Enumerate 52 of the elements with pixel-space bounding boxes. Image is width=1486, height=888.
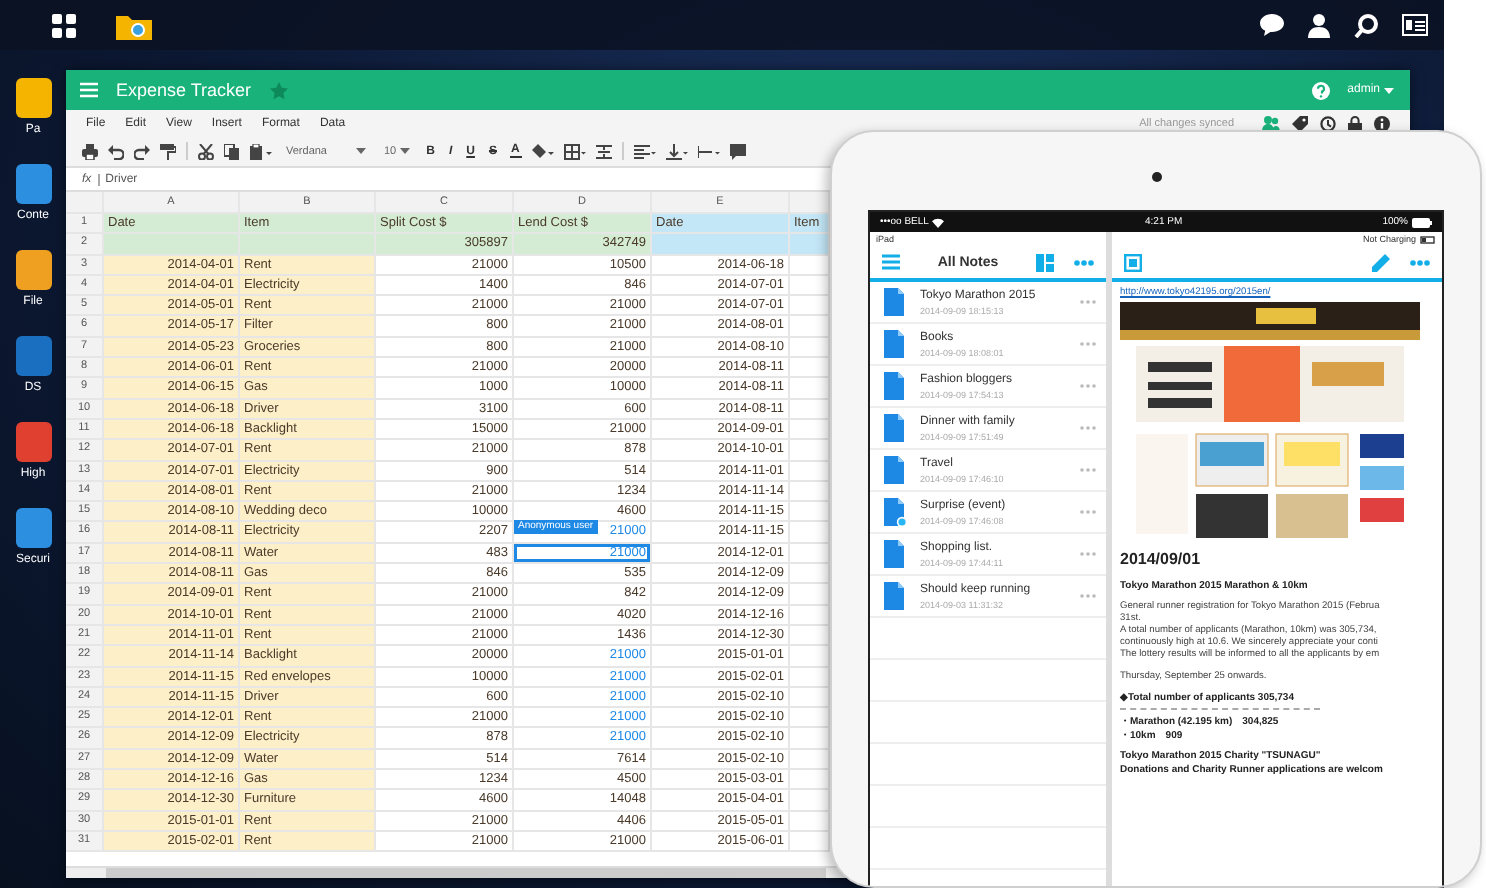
table-cell bbox=[652, 234, 790, 256]
more-dots-icon[interactable] bbox=[1410, 259, 1430, 265]
note-date-heading: 2014/09/01 bbox=[1120, 550, 1203, 568]
copy-icon[interactable] bbox=[224, 143, 240, 159]
fill-bucket-icon[interactable] bbox=[531, 143, 554, 159]
history-icon[interactable] bbox=[1320, 115, 1336, 131]
scissors-icon[interactable] bbox=[198, 143, 214, 159]
align-bottom-icon[interactable] bbox=[665, 143, 688, 159]
app-icon[interactable] bbox=[15, 250, 51, 290]
battery-icon bbox=[1411, 217, 1432, 227]
search-icon[interactable] bbox=[1354, 13, 1378, 37]
align-left-icon[interactable] bbox=[633, 143, 656, 159]
wifi-icon bbox=[932, 217, 945, 227]
app-icon[interactable] bbox=[15, 422, 51, 462]
caret-icon bbox=[356, 148, 366, 154]
printer-icon[interactable] bbox=[82, 143, 98, 159]
caret-icon bbox=[400, 148, 411, 154]
undo-icon[interactable] bbox=[108, 143, 124, 159]
merge-cells-icon[interactable] bbox=[595, 143, 612, 159]
info-icon[interactable] bbox=[1374, 115, 1390, 131]
comment-icon[interactable] bbox=[729, 143, 746, 159]
folder-search-icon[interactable] bbox=[116, 11, 152, 39]
borders-icon[interactable] bbox=[563, 143, 586, 159]
clipboard-icon[interactable] bbox=[250, 143, 272, 159]
app-icon[interactable] bbox=[15, 508, 51, 548]
lock-icon[interactable] bbox=[1348, 115, 1362, 131]
camera-icon bbox=[1151, 172, 1161, 182]
corner-cell[interactable] bbox=[66, 192, 104, 214]
more-dots-icon[interactable] bbox=[1074, 259, 1094, 265]
tag-icon[interactable] bbox=[1292, 115, 1308, 131]
redo-icon[interactable] bbox=[134, 143, 150, 159]
table-cell bbox=[790, 234, 830, 256]
paint-roller-icon[interactable] bbox=[160, 143, 176, 159]
caret-icon bbox=[1384, 87, 1394, 93]
table-cell bbox=[104, 234, 240, 256]
battery-icon bbox=[1420, 235, 1436, 243]
document-title: Expense Tracker bbox=[116, 80, 252, 100]
pencil-icon[interactable] bbox=[1372, 253, 1390, 271]
app-icon[interactable] bbox=[15, 164, 51, 204]
chat-bubble-icon[interactable] bbox=[1260, 14, 1284, 36]
help-icon[interactable] bbox=[1311, 81, 1330, 99]
app-icon[interactable] bbox=[15, 78, 51, 118]
layout-grid-icon[interactable] bbox=[1036, 253, 1054, 271]
user-icon[interactable] bbox=[1308, 13, 1330, 37]
menu-icon[interactable] bbox=[882, 254, 900, 270]
scrollbar-thumb[interactable] bbox=[106, 868, 826, 878]
star-icon[interactable] bbox=[269, 81, 288, 99]
people-icon[interactable] bbox=[1262, 115, 1280, 131]
note-info-icon[interactable] bbox=[1124, 253, 1142, 271]
table-cell bbox=[240, 234, 376, 256]
widget-panel-icon[interactable] bbox=[1402, 14, 1428, 36]
grid-icon[interactable] bbox=[52, 13, 76, 37]
